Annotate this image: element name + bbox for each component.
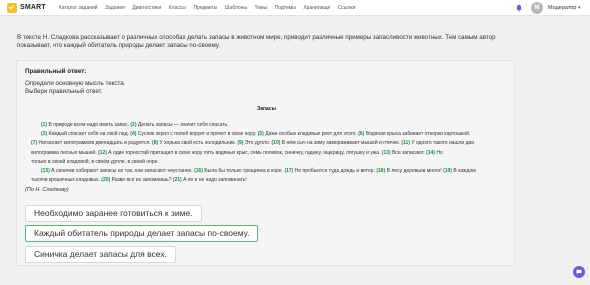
sentence-text: тысячи крошечных кладовых. <box>31 177 102 184</box>
passage-line: тысячи крошечных кладовых. (20) Разве вс… <box>31 176 504 185</box>
sentence-text: Натаскает килограммов двенадцать и радуе… <box>37 140 153 147</box>
sentence-text: Даже особые кладовые роет для этого. <box>263 131 359 138</box>
sentence-number: (11) <box>401 140 411 147</box>
nav-item[interactable]: Подтемы <box>275 0 296 16</box>
nav-item[interactable]: Каталог заданий <box>59 0 98 16</box>
answer-panel: Правильный ответ: Определи основную мысл… <box>16 60 515 266</box>
question-text: Определи основную мысль текста. Выбери п… <box>25 80 125 97</box>
nav-item[interactable]: Темы <box>254 0 267 16</box>
sentence-text: Водяная крыса забивает отнорки картошкой… <box>364 131 471 138</box>
sentence-number: (19) <box>443 168 452 175</box>
sentence-text: Но <box>434 149 443 156</box>
sentence-number: (21) <box>172 177 182 184</box>
chat-button[interactable] <box>573 266 585 278</box>
sentence-number: (12) <box>98 149 107 156</box>
sentence-text: Делать запасы — значит себя спасать. <box>136 122 229 128</box>
user-name[interactable]: Модератор <box>548 0 576 16</box>
chevron-down-icon[interactable]: ▾ <box>578 5 581 11</box>
sentence-text: У хорька свой есть холодильник. <box>158 140 238 147</box>
sentence-text: В лесу деревьев много! <box>385 168 444 175</box>
check-logo-icon <box>7 2 17 13</box>
brand-logo[interactable]: SMART <box>7 2 46 13</box>
nav-item[interactable]: Ссылки <box>338 0 356 16</box>
passage-line: (1) В природе всем надо иметь запас. (2)… <box>31 121 504 130</box>
nav-item[interactable]: Предметы <box>193 0 217 16</box>
nav-item[interactable]: Задания <box>105 0 125 16</box>
answer-option[interactable]: Синичка делает запасы для всех. <box>25 246 176 263</box>
top-navbar: SMART Каталог заданий Задания Диагностик… <box>0 0 590 16</box>
nav-item[interactable]: Шаблоны <box>225 0 247 16</box>
sentence-text: Все запасают. <box>390 149 427 156</box>
task-intro: В тексте Н. Сладкова рассказывает о разл… <box>17 34 496 49</box>
sentence-text: В природе всем надо иметь запас. <box>47 122 131 128</box>
main-nav: Каталог заданий Задания Диагностики Клас… <box>59 0 363 16</box>
sentence-text: только в своей кладовой, в своём дупле, … <box>31 158 159 165</box>
passage-line: (7) Натаскает килограммов двенадцать и р… <box>31 139 504 148</box>
passage-author: (По Н. Сладкову) <box>25 187 69 193</box>
sentence-text: Разве все их запомнишь? <box>110 177 173 184</box>
passage-line: только в своей кладовой, в своём дупле, … <box>31 158 504 167</box>
sentence-text: А синички собирают запасы не так, они за… <box>49 168 195 175</box>
passage-text: (1) В природе всем надо иметь запас. (2)… <box>31 121 504 185</box>
sentence-text: А их и не надо запоминать! <box>181 177 247 184</box>
bell-icon[interactable] <box>515 4 523 12</box>
sentence-number: (18) <box>376 168 386 175</box>
sentence-text: Суслик зерно с полей ворует и прячет в с… <box>136 131 258 138</box>
correct-answer-heading: Правильный ответ: <box>25 68 87 75</box>
sentence-text: Это дупло. <box>243 140 272 147</box>
question-line: Определи основную мысль текста. <box>25 80 126 87</box>
answer-option-selected[interactable]: Каждый обитатель природы делает запасы п… <box>25 225 259 242</box>
sentence-text: В нём сыч на зиму замораживает мышей и п… <box>280 140 402 147</box>
sentence-number: (13) <box>381 149 391 156</box>
chat-bubble-icon <box>576 269 582 275</box>
sentence-text: Была бы только трещинка в коре. <box>203 168 285 175</box>
sentence-text: Каждый спасает себя на свой лад. <box>47 131 131 138</box>
passage-line: (15) А синички собирают запасы не так, о… <box>31 167 504 176</box>
sentence-number: (14) <box>426 149 435 156</box>
passage-line: килограмма лесных мышей. (12) А один гор… <box>31 149 504 158</box>
sentence-number: (15) <box>41 168 50 175</box>
sentence-text: килограмма лесных мышей. <box>31 149 99 156</box>
nav-item[interactable]: Классы <box>169 0 186 16</box>
question-line: Выбери правильный ответ. <box>25 88 103 96</box>
sentence-number: (17) <box>284 168 294 175</box>
passage-title: Запасы <box>257 106 276 112</box>
nav-item[interactable]: Диагностики <box>132 0 161 16</box>
sentence-number: (20) <box>101 177 111 184</box>
answer-option[interactable]: Необходимо заранее готовиться к зиме. <box>25 205 202 222</box>
passage-line: (3) Каждый спасает себя на свой лад. (4)… <box>31 130 504 139</box>
sentence-text: В каждом <box>451 168 476 175</box>
nav-item[interactable]: Хранилище <box>303 0 330 16</box>
brand-name: SMART <box>20 4 46 11</box>
sentence-text: А один горностай притащил в свою нору пя… <box>106 149 382 156</box>
sentence-text: У одного такого нашли два <box>410 140 474 147</box>
sentence-text: Не пробьются туда дождь и ветер. <box>293 168 377 175</box>
avatar[interactable]: M <box>531 2 543 14</box>
sentence-number: (16) <box>194 168 203 175</box>
